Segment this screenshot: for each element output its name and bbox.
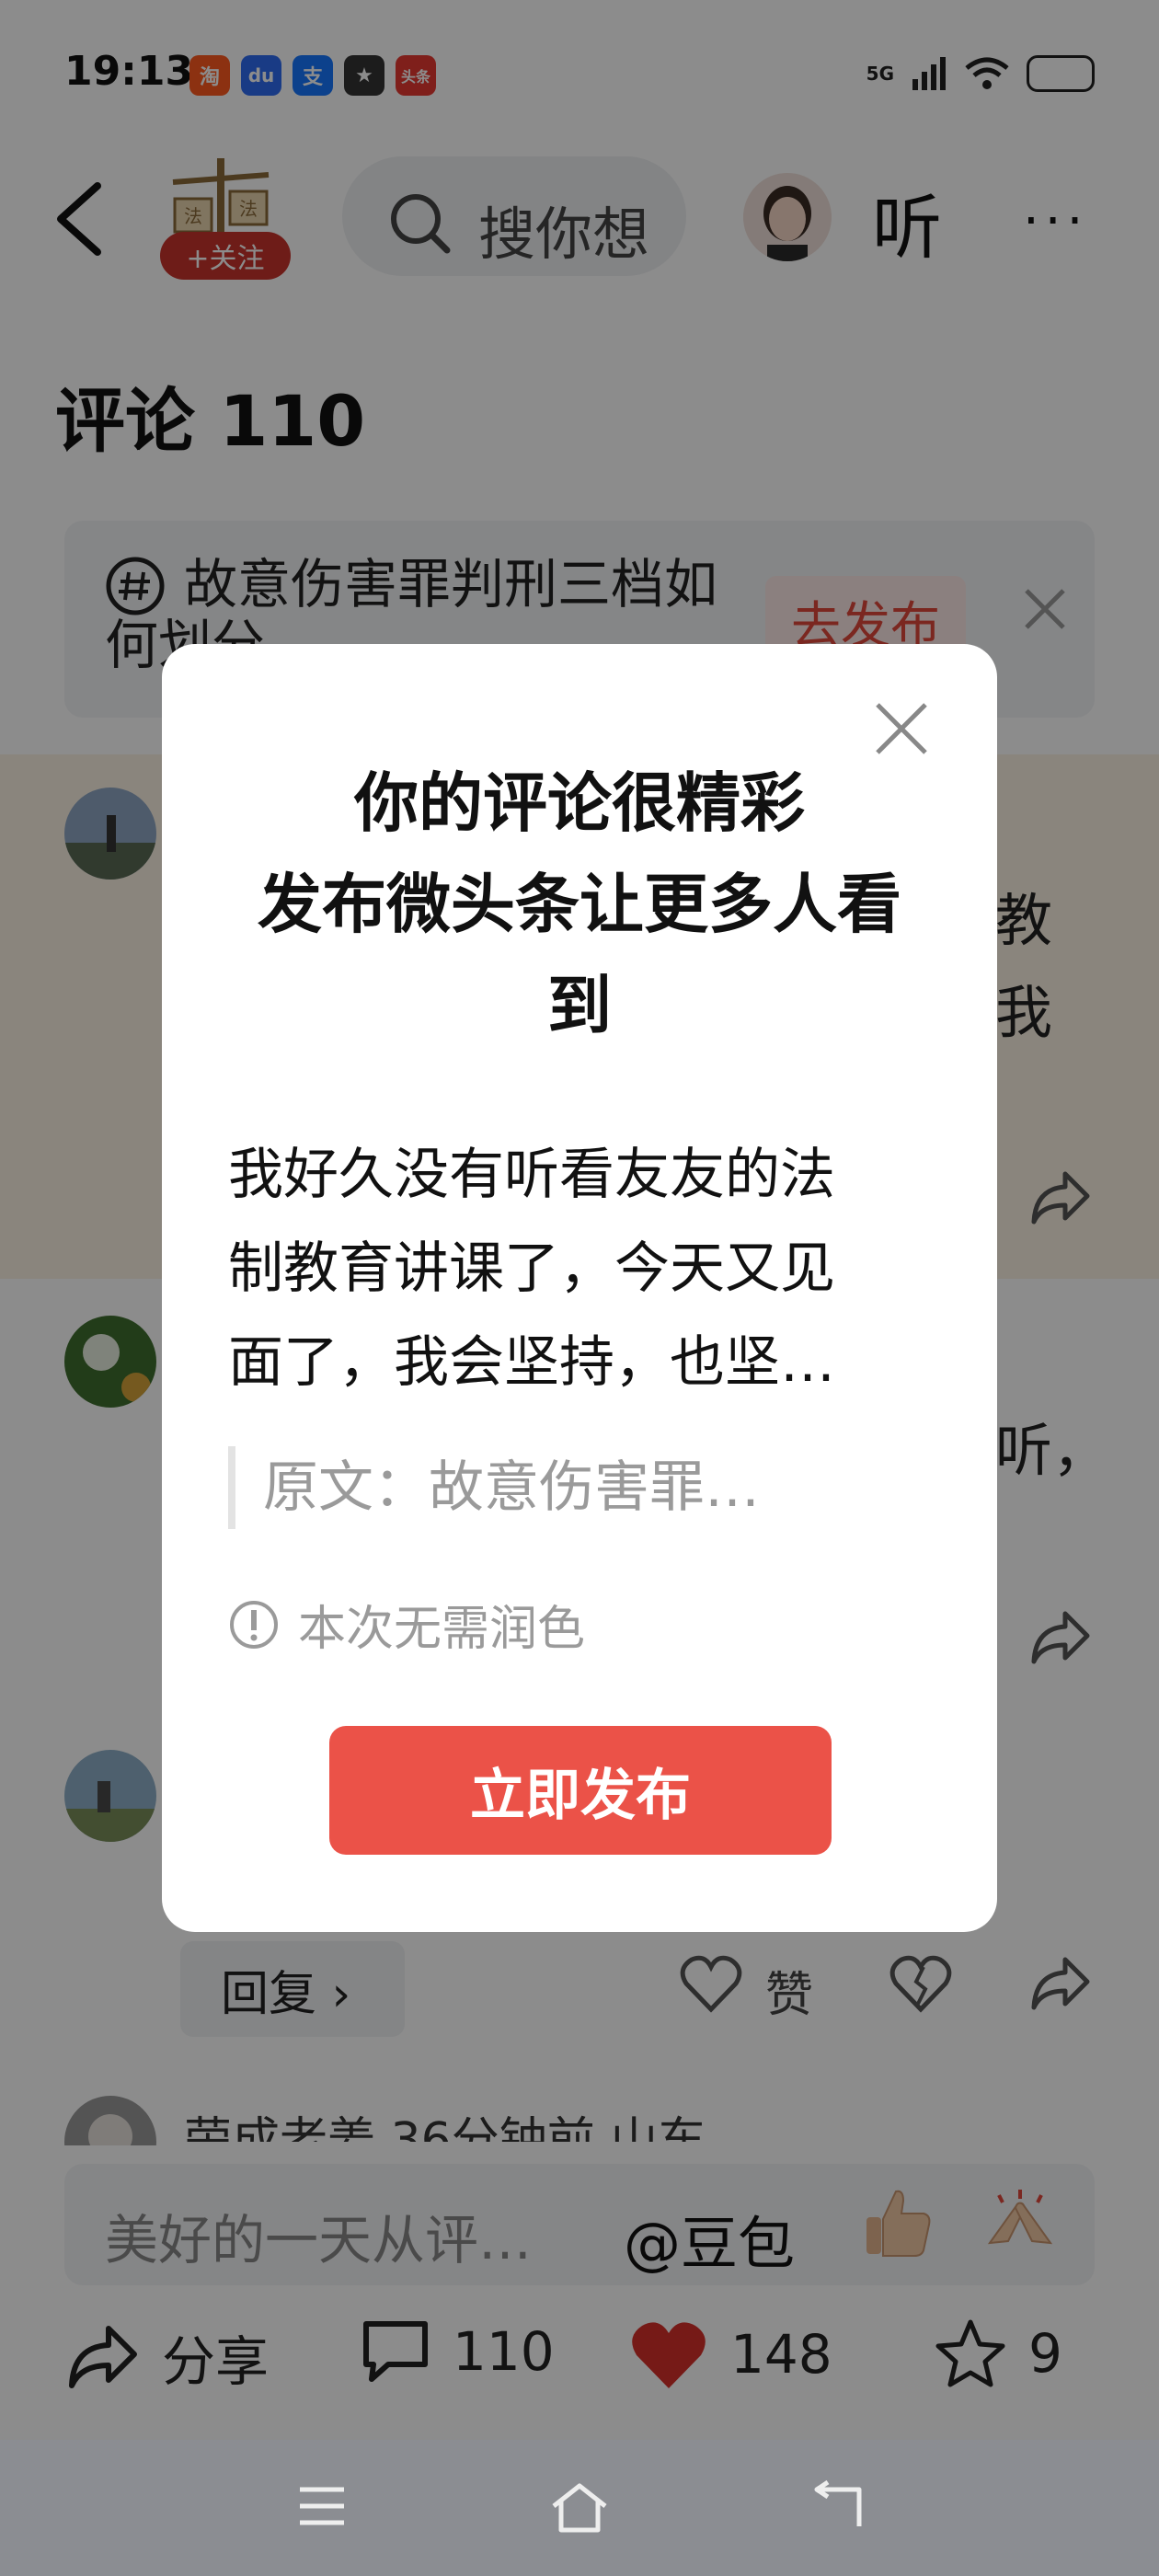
- polish-note: 本次无需润色: [228, 1590, 585, 1659]
- comment-preview: 我好久没有听看友友的法 制教育讲课了，今天又见 面了，我会坚持，也坚…: [228, 1128, 890, 1409]
- original-quote: 原文：故意伤害罪…: [228, 1446, 760, 1529]
- publish-modal: 你的评论很精彩 发布微头条让更多人看 到 我好久没有听看友友的法 制教育讲课了，…: [162, 644, 997, 1932]
- publish-now-button[interactable]: 立即发布: [329, 1726, 832, 1855]
- modal-title-line: 你的评论很精彩: [354, 765, 805, 841]
- comment-preview-line: 面了，我会坚持，也坚…: [228, 1330, 835, 1395]
- home-icon[interactable]: [548, 2480, 611, 2536]
- modal-title: 你的评论很精彩 发布微头条让更多人看 到: [217, 753, 942, 1056]
- modal-title-line: 到: [547, 968, 612, 1043]
- comment-preview-line: 我好久没有听看友友的法: [228, 1143, 835, 1207]
- back-nav-icon[interactable]: [809, 2480, 865, 2532]
- comment-preview-line: 制教育讲课了，今天又见: [228, 1236, 835, 1301]
- menu-icon[interactable]: [296, 2480, 348, 2532]
- polish-note-text: 本次无需润色: [298, 1602, 586, 1657]
- modal-title-line: 发布微头条让更多人看: [258, 867, 901, 942]
- close-icon[interactable]: [874, 701, 929, 756]
- system-navigation-bar: [0, 2440, 1159, 2576]
- info-icon: [230, 1600, 278, 1649]
